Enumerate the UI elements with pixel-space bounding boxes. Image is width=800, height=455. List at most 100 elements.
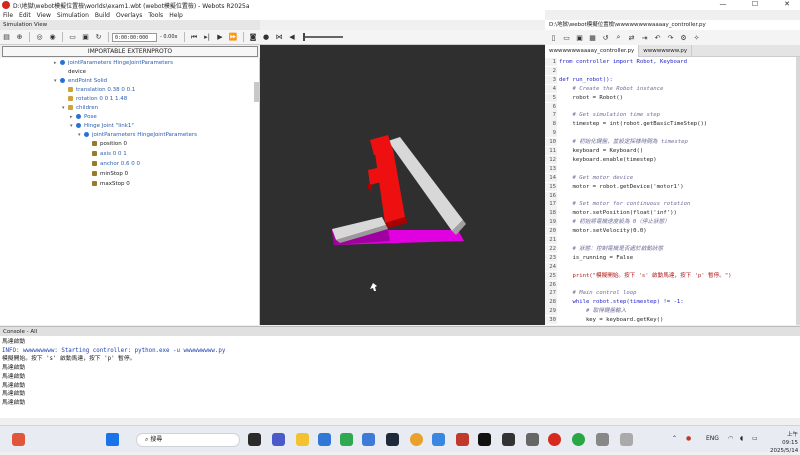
tree-item[interactable]: ▾ endPoint Solid	[54, 77, 107, 86]
code-line[interactable]: 22 # 狀態：控制電機是否處於啟動狀態	[545, 244, 800, 254]
eye-icon[interactable]: ◉	[46, 31, 59, 44]
toggle-tree-icon[interactable]: ▤	[0, 31, 13, 44]
code-line[interactable]: 7 # Get simulation time step	[545, 111, 800, 120]
system-clock[interactable]: 上午 09:15 2025/5/14	[770, 431, 798, 455]
taskbar-search[interactable]: ⌕ 搜尋	[136, 433, 240, 447]
volume-slider[interactable]	[302, 33, 343, 41]
terminal-icon[interactable]	[386, 433, 399, 446]
teams-icon[interactable]	[272, 433, 285, 446]
chevron-up-icon[interactable]: ⌃	[672, 435, 677, 442]
code-line[interactable]: 2	[545, 66, 800, 76]
tree-item[interactable]: ▾ children	[62, 104, 98, 113]
battery-icon[interactable]: ▭	[752, 435, 758, 442]
code-line[interactable]: 26	[545, 280, 800, 289]
open-file-icon[interactable]: ▭	[560, 31, 573, 44]
code-line[interactable]: 9	[545, 129, 800, 138]
view-icon[interactable]: ◎	[33, 31, 46, 44]
code-line[interactable]: 10 # 初始化鍵盤，並設定採樣時間為 timestep	[545, 138, 800, 147]
code-line[interactable]: 12 keyboard.enable(timestep)	[545, 155, 800, 165]
tab-controller[interactable]: wwwwwwwaaaay_controller.py	[545, 45, 640, 57]
app-icon[interactable]	[502, 433, 515, 446]
code-line[interactable]: 8 timestep = int(robot.getBasicTimeStep(…	[545, 120, 800, 129]
menu-file[interactable]: File	[3, 12, 13, 19]
tree-item[interactable]: ▾ Hinge Joint "link1"	[70, 122, 134, 131]
tab-second-file[interactable]: wwwwwwww.py	[639, 45, 693, 57]
code-line[interactable]: 30 key = keyboard.getKey()	[545, 316, 800, 325]
save-file-icon[interactable]: ▣	[573, 31, 586, 44]
start-menu-icon[interactable]	[106, 433, 119, 446]
new-file-icon[interactable]: ▯	[547, 31, 560, 44]
code-line[interactable]: 28 while robot.step(timestep) != -1:	[545, 298, 800, 307]
save-icon[interactable]: ▣	[79, 31, 92, 44]
reset-icon[interactable]: ⏮	[188, 31, 201, 44]
code-line[interactable]: 27 # Main control loop	[545, 289, 800, 298]
menu-simulation[interactable]: Simulation	[57, 12, 89, 19]
edge-icon[interactable]	[318, 433, 331, 446]
reload-icon[interactable]: ↻	[92, 31, 105, 44]
tray-app-icon[interactable]: ●	[686, 435, 691, 442]
redo-icon[interactable]: ↷	[664, 31, 677, 44]
goto-icon[interactable]: ⇥	[638, 31, 651, 44]
app-icon[interactable]	[340, 433, 353, 446]
save-all-icon[interactable]: ▦	[586, 31, 599, 44]
find-icon[interactable]: ⌕	[612, 31, 625, 44]
app-icon[interactable]	[526, 433, 539, 446]
code-editor[interactable]: 1 from controller import Robot, Keyboard 2…	[545, 57, 800, 325]
menu-overlays[interactable]: Overlays	[116, 12, 142, 19]
volume-icon[interactable]: ◖	[740, 435, 743, 442]
dropbox-icon[interactable]	[362, 433, 375, 446]
tree-item[interactable]: rotation 0 0 1 1.48	[62, 95, 127, 104]
code-line[interactable]: 6	[545, 102, 800, 111]
app-icon[interactable]	[456, 433, 469, 446]
clean-icon[interactable]: ✧	[690, 31, 703, 44]
language-indicator[interactable]: ENG	[706, 435, 719, 442]
undo-icon[interactable]: ↶	[651, 31, 664, 44]
play-icon[interactable]: ▶	[214, 31, 227, 44]
tree-item[interactable]: ▸ jointParameters HingeJointParameters	[54, 59, 173, 68]
menu-tools[interactable]: Tools	[148, 12, 163, 19]
menu-edit[interactable]: Edit	[19, 12, 31, 19]
code-line[interactable]: 14 # Get motor device	[545, 173, 800, 182]
tree-item[interactable]: device	[62, 68, 86, 77]
open-folder-icon[interactable]: ▭	[66, 31, 79, 44]
add-node-icon[interactable]: ⊕	[13, 31, 26, 44]
menu-help[interactable]: Help	[169, 12, 183, 19]
code-line[interactable]: 3 def run_robot():	[545, 75, 800, 85]
close-button[interactable]: ✕	[776, 0, 798, 10]
console-output[interactable]: 馬達啟動 INFO: wwwwwwwww: Starting controller…	[0, 336, 800, 418]
build-icon[interactable]: ⚙	[677, 31, 690, 44]
code-line[interactable]: 29 # 取得鍵盤輸入	[545, 307, 800, 316]
revert-icon[interactable]: ↺	[599, 31, 612, 44]
code-line[interactable]: 20 motor.setVelocity(0.0)	[545, 227, 800, 236]
record-icon[interactable]: ●	[260, 31, 273, 44]
app-icon[interactable]	[596, 433, 609, 446]
app-icon[interactable]	[432, 433, 445, 446]
widgets-icon[interactable]	[12, 433, 25, 446]
tree-item[interactable]: axis 0 0 1	[92, 150, 127, 159]
code-line[interactable]: 16	[545, 191, 800, 200]
code-line[interactable]: 15 motor = robot.getDevice('motor1')	[545, 182, 800, 191]
minimize-button[interactable]: —	[712, 0, 734, 10]
code-line[interactable]: 18 motor.setPosition(float('inf'))	[545, 209, 800, 218]
app-icon[interactable]	[620, 433, 633, 446]
code-line[interactable]: 4 # Create the Robot instance	[545, 84, 800, 93]
task-view-icon[interactable]	[248, 433, 261, 446]
code-line[interactable]: 11 keyboard = Keyboard()	[545, 147, 800, 156]
maximize-button[interactable]: ☐	[744, 0, 766, 10]
tree-item[interactable]: minStop 0	[92, 170, 128, 179]
code-line[interactable]: 17 # Set motor for continuous rotation	[545, 200, 800, 209]
code-line[interactable]: 1 from controller import Robot, Keyboard	[545, 58, 800, 67]
tree-item[interactable]: anchor 0.6 0 0	[92, 160, 140, 169]
replace-icon[interactable]: ⇄	[625, 31, 638, 44]
tree-item[interactable]: ▸ Pose	[70, 113, 97, 122]
tree-item[interactable]: maxStop 0	[92, 180, 130, 189]
tree-scrollbar[interactable]	[254, 82, 259, 102]
step-icon[interactable]: ▸|	[201, 31, 214, 44]
file-explorer-icon[interactable]	[296, 433, 309, 446]
tree-item[interactable]: position 0	[92, 140, 127, 149]
3d-viewport[interactable]	[260, 45, 545, 325]
tree-item[interactable]: translation 0.38 0 0.1	[62, 86, 135, 95]
screenshot-icon[interactable]: ◙	[247, 31, 260, 44]
code-line[interactable]: 25 print("模擬開始。按下 's' 啟動馬達，按下 'p' 暫停。")	[545, 271, 800, 280]
code-line[interactable]: 5 robot = Robot()	[545, 93, 800, 102]
